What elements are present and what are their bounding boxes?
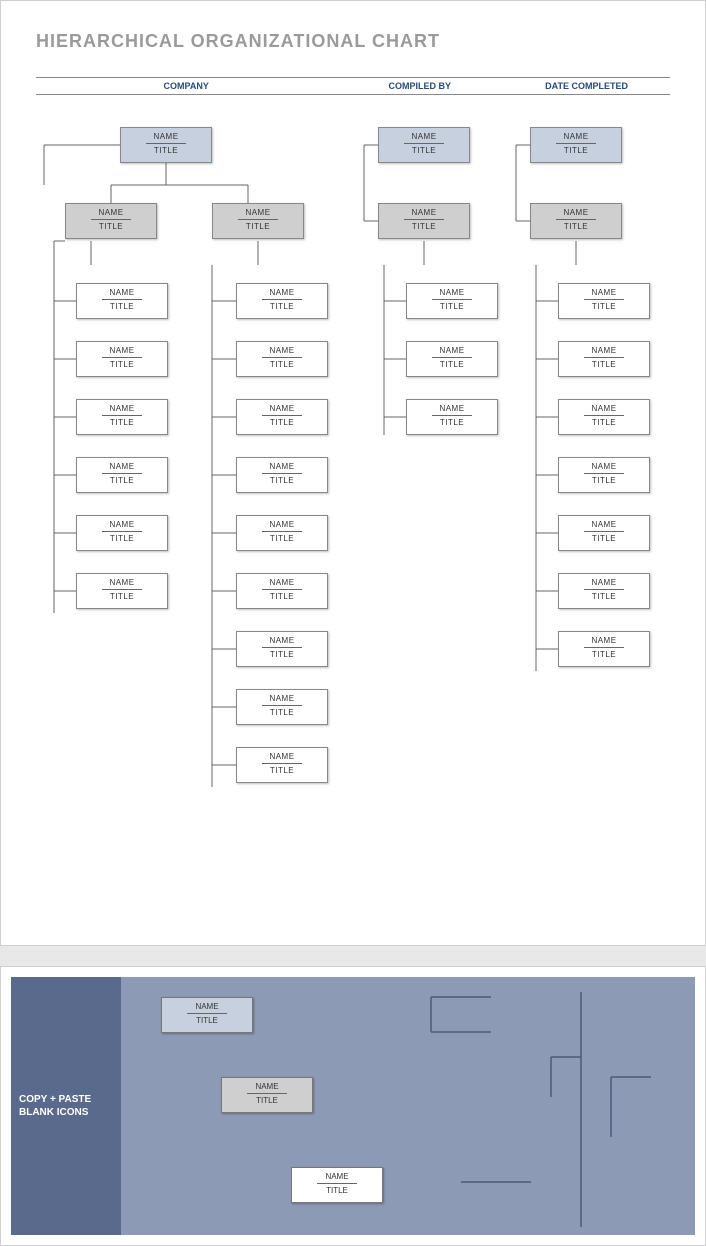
node-child[interactable]: NAMETITLE bbox=[558, 399, 650, 435]
header-company: COMPANY bbox=[36, 78, 336, 94]
sample-node-blue[interactable]: NAMETITLE bbox=[161, 997, 253, 1033]
sample-node-grey[interactable]: NAMETITLE bbox=[221, 1077, 313, 1113]
node-child[interactable]: NAMETITLE bbox=[236, 457, 328, 493]
node-child[interactable]: NAMETITLE bbox=[76, 341, 168, 377]
connector-lines bbox=[26, 125, 680, 885]
sample-node-white[interactable]: NAMETITLE bbox=[291, 1167, 383, 1203]
node-sub-1a[interactable]: NAMETITLE bbox=[65, 203, 157, 239]
node-child[interactable]: NAMETITLE bbox=[558, 283, 650, 319]
header-compiled: COMPILED BY bbox=[336, 78, 503, 94]
node-child[interactable]: NAMETITLE bbox=[76, 573, 168, 609]
copy-paste-label: COPY + PASTE BLANK ICONS bbox=[11, 977, 121, 1235]
node-child[interactable]: NAMETITLE bbox=[236, 747, 328, 783]
header-row: COMPANY COMPILED BY DATE COMPLETED bbox=[36, 77, 670, 95]
page-title: HIERARCHICAL ORGANIZATIONAL CHART bbox=[36, 31, 680, 52]
node-child[interactable]: NAMETITLE bbox=[236, 689, 328, 725]
node-child[interactable]: NAMETITLE bbox=[76, 283, 168, 319]
chart-area: NAMETITLE NAMETITLE NAMETITLE NAMETITLE … bbox=[26, 125, 680, 885]
org-chart-sheet: HIERARCHICAL ORGANIZATIONAL CHART COMPAN… bbox=[0, 0, 706, 946]
node-child[interactable]: NAMETITLE bbox=[236, 573, 328, 609]
node-child[interactable]: NAMETITLE bbox=[558, 631, 650, 667]
node-child[interactable]: NAMETITLE bbox=[558, 457, 650, 493]
copy-paste-panel: COPY + PASTE BLANK ICONS NAMETITLE NAMET… bbox=[11, 977, 695, 1235]
node-child[interactable]: NAMETITLE bbox=[558, 515, 650, 551]
node-child[interactable]: NAMETITLE bbox=[76, 515, 168, 551]
node-child[interactable]: NAMETITLE bbox=[236, 399, 328, 435]
node-child[interactable]: NAMETITLE bbox=[236, 341, 328, 377]
node-root-3[interactable]: NAMETITLE bbox=[530, 127, 622, 163]
node-child[interactable]: NAMETITLE bbox=[236, 515, 328, 551]
node-child[interactable]: NAMETITLE bbox=[558, 341, 650, 377]
node-root-2[interactable]: NAMETITLE bbox=[378, 127, 470, 163]
node-sub-3[interactable]: NAMETITLE bbox=[530, 203, 622, 239]
node-child[interactable]: NAMETITLE bbox=[76, 399, 168, 435]
node-child[interactable]: NAMETITLE bbox=[406, 341, 498, 377]
node-sub-2[interactable]: NAMETITLE bbox=[378, 203, 470, 239]
node-child[interactable]: NAMETITLE bbox=[236, 631, 328, 667]
node-child[interactable]: NAMETITLE bbox=[76, 457, 168, 493]
node-child[interactable]: NAMETITLE bbox=[406, 399, 498, 435]
node-child[interactable]: NAMETITLE bbox=[236, 283, 328, 319]
header-date: DATE COMPLETED bbox=[503, 78, 670, 94]
node-child[interactable]: NAMETITLE bbox=[558, 573, 650, 609]
copy-paste-sheet: COPY + PASTE BLANK ICONS NAMETITLE NAMET… bbox=[0, 966, 706, 1246]
node-root-1[interactable]: NAMETITLE bbox=[120, 127, 212, 163]
node-sub-1b[interactable]: NAMETITLE bbox=[212, 203, 304, 239]
node-child[interactable]: NAMETITLE bbox=[406, 283, 498, 319]
